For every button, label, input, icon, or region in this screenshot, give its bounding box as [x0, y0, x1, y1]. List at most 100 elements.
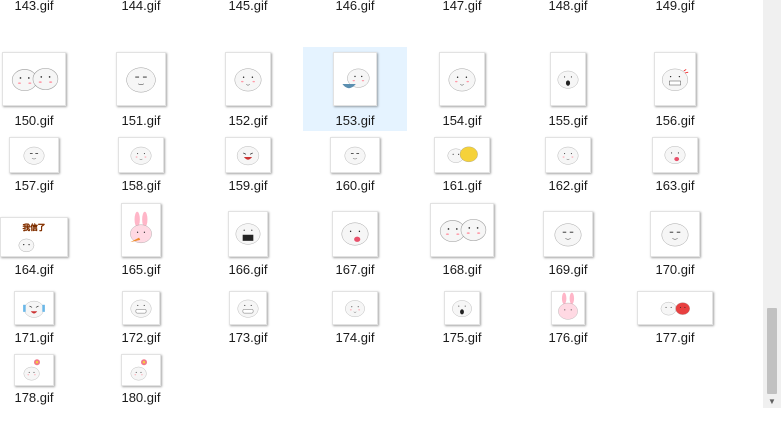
file-item[interactable]: 我信了 164.gif: [0, 202, 86, 286]
file-item[interactable]: 148.gif: [516, 0, 620, 54]
file-name-label: 144.gif: [121, 0, 161, 13]
gif-thumbnail-image: [14, 291, 54, 325]
file-item[interactable]: 153.gif: [303, 47, 407, 131]
gif-thumbnail-image: [225, 52, 271, 106]
gif-thumbnail-image: [650, 211, 700, 257]
file-name-label: 156.gif: [655, 113, 695, 128]
file-item[interactable]: 145.gif: [196, 0, 300, 54]
file-name-label: 178.gif: [14, 390, 54, 405]
gif-thumbnail-image: [228, 211, 268, 257]
vertical-scrollbar[interactable]: ▼: [763, 0, 781, 408]
svg-text:我信了: 我信了: [23, 222, 46, 232]
gif-thumbnail-image: [444, 291, 480, 325]
gif-thumbnail-image: [121, 354, 161, 386]
file-name-label: 175.gif: [442, 330, 482, 345]
file-name-label: 145.gif: [228, 0, 268, 13]
gif-thumbnail-image: [229, 291, 267, 325]
file-name-label: 153.gif: [335, 113, 375, 128]
file-name-label: 166.gif: [228, 262, 268, 277]
file-name-label: 162.gif: [548, 178, 588, 193]
file-item[interactable]: 150.gif: [0, 47, 86, 131]
gif-thumbnail-image: [332, 211, 378, 257]
gif-thumbnail-image: [430, 203, 494, 257]
file-name-label: 146.gif: [335, 0, 375, 13]
file-item[interactable]: 156.gif: [623, 47, 727, 131]
file-grid: 143.gif 144.gif 145.gif 146.gif 147.gif 148.g…: [0, 0, 763, 408]
gif-thumbnail-image: [2, 52, 66, 106]
gif-thumbnail-image: [434, 137, 490, 173]
file-item[interactable]: 165.gif: [89, 202, 193, 286]
file-name-label: 176.gif: [548, 330, 588, 345]
gif-thumbnail-image: [330, 137, 380, 173]
file-name-label: 170.gif: [655, 262, 695, 277]
file-item[interactable]: 143.gif: [0, 0, 86, 54]
file-name-label: 148.gif: [548, 0, 588, 13]
file-item[interactable]: 149.gif: [623, 0, 727, 54]
file-name-label: 161.gif: [442, 178, 482, 193]
file-name-label: 165.gif: [121, 262, 161, 277]
scrollbar-thumb[interactable]: [767, 308, 777, 394]
file-item[interactable]: 168.gif: [410, 202, 514, 286]
gif-thumbnail-image: [637, 291, 713, 325]
file-item[interactable]: 151.gif: [89, 47, 193, 131]
file-item[interactable]: 167.gif: [303, 202, 407, 286]
file-item[interactable]: 146.gif: [303, 0, 407, 54]
file-name-label: 172.gif: [121, 330, 161, 345]
gif-thumbnail-image: [543, 211, 593, 257]
file-item[interactable]: 154.gif: [410, 47, 514, 131]
file-name-label: 164.gif: [14, 262, 54, 277]
file-name-label: 163.gif: [655, 178, 695, 193]
file-name-label: 167.gif: [335, 262, 375, 277]
gif-thumbnail-image: [654, 52, 696, 106]
gif-thumbnail-image: [9, 137, 59, 173]
file-name-label: 158.gif: [121, 178, 161, 193]
file-item[interactable]: 180.gif: [89, 349, 193, 433]
file-item[interactable]: 169.gif: [516, 202, 620, 286]
file-name-label: 151.gif: [121, 113, 161, 128]
file-item[interactable]: 144.gif: [89, 0, 193, 54]
file-item[interactable]: 176.gif: [516, 286, 620, 370]
file-item[interactable]: 178.gif: [0, 349, 86, 433]
file-name-label: 152.gif: [228, 113, 268, 128]
gif-thumbnail-image: 我信了: [0, 217, 68, 257]
gif-thumbnail-image: [652, 137, 698, 173]
gif-thumbnail-image: [333, 52, 377, 106]
file-name-label: 157.gif: [14, 178, 54, 193]
gif-thumbnail-image: [550, 52, 586, 106]
gif-thumbnail-image: [121, 203, 161, 257]
file-name-label: 154.gif: [442, 113, 482, 128]
file-name-label: 143.gif: [14, 0, 54, 13]
file-item[interactable]: 177.gif: [623, 286, 727, 370]
file-name-label: 159.gif: [228, 178, 268, 193]
file-name-label: 150.gif: [14, 113, 54, 128]
gif-thumbnail-image: [545, 137, 591, 173]
gif-thumbnail-image: [14, 354, 54, 386]
file-item[interactable]: 170.gif: [623, 202, 727, 286]
file-item[interactable]: 152.gif: [196, 47, 300, 131]
file-item[interactable]: 155.gif: [516, 47, 620, 131]
file-item[interactable]: 173.gif: [196, 286, 300, 370]
scroll-down-arrow-icon[interactable]: ▼: [763, 394, 781, 408]
file-name-label: 149.gif: [655, 0, 695, 13]
file-name-label: 169.gif: [548, 262, 588, 277]
file-name-label: 147.gif: [442, 0, 482, 13]
gif-thumbnail-image: [118, 137, 164, 173]
file-item[interactable]: 174.gif: [303, 286, 407, 370]
file-item[interactable]: 166.gif: [196, 202, 300, 286]
gif-thumbnail-image: [551, 291, 585, 325]
file-name-label: 160.gif: [335, 178, 375, 193]
file-name-label: 177.gif: [655, 330, 695, 345]
file-name-label: 168.gif: [442, 262, 482, 277]
gif-thumbnail-image: [122, 291, 160, 325]
file-name-label: 171.gif: [14, 330, 54, 345]
gif-thumbnail-image: [332, 291, 378, 325]
file-name-label: 155.gif: [548, 113, 588, 128]
file-name-label: 173.gif: [228, 330, 268, 345]
gif-thumbnail-image: [116, 52, 166, 106]
file-name-label: 180.gif: [121, 390, 161, 405]
file-item[interactable]: 147.gif: [410, 0, 514, 54]
gif-thumbnail-image: [439, 52, 485, 106]
file-item[interactable]: 175.gif: [410, 286, 514, 370]
file-name-label: 174.gif: [335, 330, 375, 345]
gif-thumbnail-image: [225, 137, 271, 173]
